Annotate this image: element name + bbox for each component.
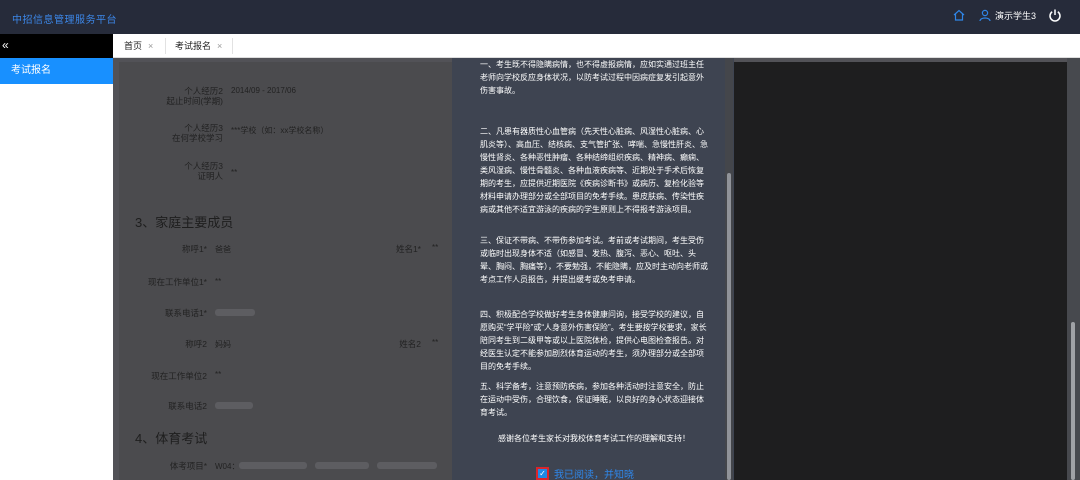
- pe-item-value: W04：: [215, 462, 240, 471]
- home-icon[interactable]: [952, 8, 966, 22]
- close-icon[interactable]: ×: [217, 41, 222, 51]
- top-bar: 中招信息管理服务平台 演示学生3: [0, 0, 1080, 34]
- notice-paragraph-2: 二、凡患有器质性心血管病（先天性心脏病、风湿性心脏病、心肌炎等）、高血压、结核病…: [480, 127, 708, 214]
- tab-home-label: 首页: [124, 41, 143, 51]
- agree-checkbox-row[interactable]: ✓ 我已阅读，并知晓: [536, 466, 634, 480]
- user-name: 演示学生3: [994, 10, 1036, 21]
- member1-name-value: **: [432, 243, 439, 252]
- member1-label: 称呼1*: [181, 244, 207, 254]
- resume-witness-label-line2: 证明人: [197, 171, 223, 181]
- tab-divider: [232, 38, 233, 54]
- work-unit1-label: 现在工作单位1*: [147, 277, 207, 287]
- work-unit2-value: **: [215, 370, 222, 379]
- user-menu[interactable]: 演示学生3: [978, 8, 1036, 22]
- resume2-label: 个人经历2 起止时间(学期): [166, 86, 223, 106]
- resume-witness-value: **: [231, 168, 238, 177]
- pe-item-redacted: [315, 462, 369, 469]
- resume-witness-label: 个人经历3 证明人: [184, 161, 223, 181]
- app-title: 中招信息管理服务平台: [12, 15, 117, 26]
- phone1-label: 联系电话1*: [164, 308, 207, 318]
- member1-value: 爸爸: [215, 245, 231, 254]
- resume2-label-line1: 个人经历2: [184, 86, 223, 96]
- resume3-value: ***学校（如：xx学校名称）: [231, 126, 329, 135]
- tab-home[interactable]: 首页 ×: [124, 34, 153, 58]
- sidebar-item-exam-registration[interactable]: 考试报名: [0, 58, 113, 84]
- notice-paragraph-3: 三、保证不带病、不带伤参加考试。考前或考试期间，考生受伤或临时出现身体不适（如感…: [480, 236, 708, 284]
- checkmark-icon: ✓: [539, 469, 546, 478]
- resume3-label: 个人经历3 在何学校学习: [172, 123, 223, 143]
- notice-dialog: 一、考生既不得隐瞒病情，也不得虚报病情，应如实通过班主任老师向学校反应身体状况，…: [452, 58, 734, 480]
- work-unit1-value: **: [215, 277, 222, 286]
- member2-value: 妈妈: [215, 340, 231, 349]
- pe-item-redacted: [239, 462, 307, 469]
- resume3-label-line1: 个人经历3: [184, 123, 223, 133]
- dialog-scrollbar-thumb[interactable]: [727, 173, 731, 480]
- pe-item-label: 体考项目*: [169, 461, 207, 471]
- tab-divider: [165, 38, 166, 54]
- member2-name-label: 姓名2: [399, 339, 421, 349]
- member2-label: 称呼2: [185, 339, 207, 349]
- pe-item-redacted: [377, 462, 437, 469]
- member1-name-label: 姓名1*: [395, 244, 421, 254]
- collapse-sidebar-icon[interactable]: «: [0, 34, 113, 58]
- notice-paragraph-1: 一、考生既不得隐瞒病情，也不得虚报病情，应如实通过班主任老师向学校反应身体状况，…: [480, 60, 704, 95]
- user-icon: [978, 8, 992, 22]
- notice-paragraph-5: 五、科学备考，注意预防疾病，参加各种活动时注意安全，防止在运动中受伤，合理饮食，…: [480, 382, 704, 417]
- work-unit2-label: 现在工作单位2: [151, 371, 207, 381]
- phone2-value-redacted: [215, 402, 253, 409]
- tab-exam-registration-label: 考试报名: [175, 41, 212, 51]
- notice-paragraph-4: 四、积极配合学校做好考生身体健康问询，接受学校的建议，自愿购买“学平险”或“人身…: [480, 310, 707, 371]
- family-section-title: 3、家庭主要成员: [135, 215, 234, 230]
- sidebar: « 考试报名: [0, 34, 113, 480]
- tab-exam-registration[interactable]: 考试报名 ×: [175, 34, 222, 58]
- close-icon[interactable]: ×: [148, 41, 153, 51]
- page-scrollbar-thumb[interactable]: [1071, 322, 1075, 480]
- tab-bar: 首页 × 考试报名 ×: [113, 34, 1080, 58]
- member2-name-value: **: [432, 338, 439, 347]
- resume2-value: 2014/09 - 2017/06: [231, 86, 296, 95]
- agree-checkbox[interactable]: ✓: [536, 467, 549, 480]
- agree-label[interactable]: 我已阅读，并知晓: [554, 466, 634, 480]
- notice-thanks: 感谢各位考生家长对我校体育考试工作的理解和支持！: [498, 434, 690, 443]
- phone2-label: 联系电话2: [168, 401, 207, 411]
- power-icon[interactable]: [1048, 8, 1062, 22]
- resume2-label-line2: 起止时间(学期): [166, 96, 223, 106]
- preview-panel: [734, 62, 1067, 480]
- phone1-value-redacted: [215, 309, 255, 316]
- resume-witness-label-line1: 个人经历3: [184, 161, 223, 171]
- resume3-label-line2: 在何学校学习: [171, 133, 223, 143]
- main-content: 个人经历2 起止时间(学期) 2014/09 - 2017/06 个人经历3 在…: [113, 58, 1080, 480]
- top-right-toolbar: 演示学生3: [952, 8, 1062, 22]
- pe-section-title: 4、体育考试: [135, 431, 208, 446]
